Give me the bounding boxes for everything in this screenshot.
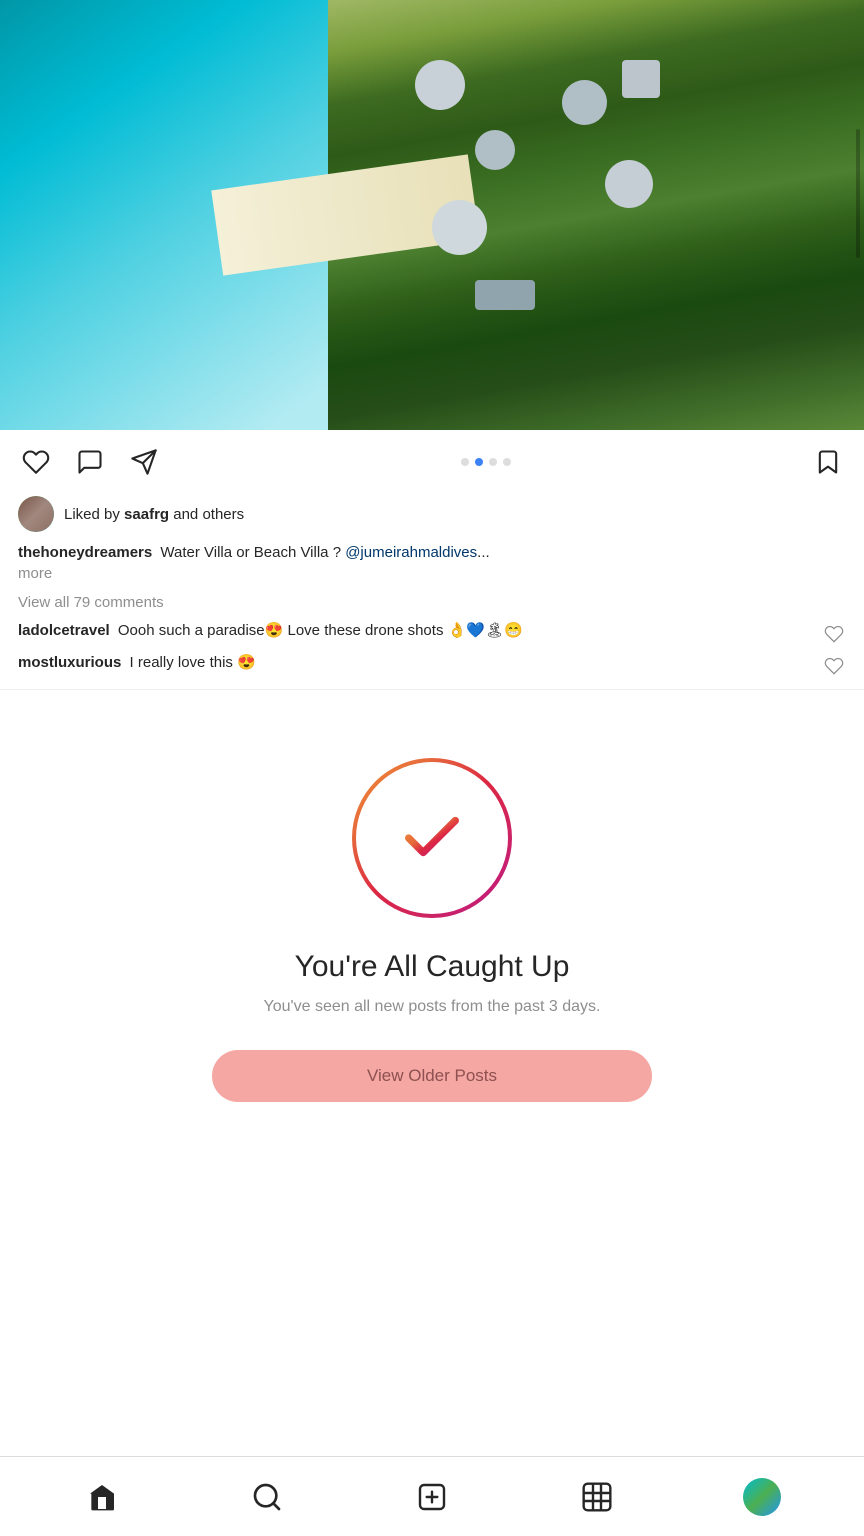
liker-username[interactable]: saafrg [124,506,169,523]
likes-text: Liked by saafrg and others [64,506,244,523]
commenter-username-2[interactable]: mostluxurious [18,654,121,671]
comment-button[interactable] [72,444,108,480]
post-caption: thehoneydreamers Water Villa or Beach Vi… [0,540,864,590]
dot-3 [489,458,497,466]
checkmark-circle [352,758,512,918]
carousel-dots [162,458,810,466]
liked-by-prefix: Liked by [64,506,124,523]
commenter-username-1[interactable]: ladolcetravel [18,622,110,639]
profile-avatar [743,1478,781,1516]
likes-section: Liked by saafrg and others [0,494,864,540]
comment-text: mostluxurious I really love this 😍 [18,652,822,673]
caption-text: Water Villa or Beach Villa ? [156,544,345,561]
create-icon [416,1481,448,1513]
view-all-comments[interactable]: View all 79 comments [0,590,864,617]
home-icon [86,1481,118,1513]
nav-home[interactable] [72,1467,132,1527]
nav-profile[interactable] [732,1467,792,1527]
search-icon [251,1481,283,1513]
liked-by-suffix: and others [169,506,244,523]
bottom-navigation [0,1456,864,1536]
left-action-icons [18,444,162,480]
caught-up-subtitle: You've seen all new posts from the past … [264,996,601,1018]
comment-content-2: I really love this 😍 [130,654,256,671]
comment-text: ladolcetravel Oooh such a paradise😍 Love… [18,620,822,641]
dot-1 [461,458,469,466]
post-author-username[interactable]: thehoneydreamers [18,544,152,561]
comment-content-1: Oooh such a paradise😍 Love these drone s… [118,622,523,639]
action-bar [0,430,864,494]
nav-create[interactable] [402,1467,462,1527]
caption-mention[interactable]: @jumeirahmal​dives [345,544,477,561]
comment-row: ladolcetravel Oooh such a paradise😍 Love… [0,617,864,649]
post-image [0,0,864,430]
caught-up-title: You're All Caught Up [295,950,570,984]
separator [0,689,864,690]
like-button[interactable] [18,444,54,480]
comment-row: mostluxurious I really love this 😍 [0,649,864,681]
bookmark-button[interactable] [810,444,846,480]
comment-like-button-1[interactable] [822,622,846,646]
dot-4 [503,458,511,466]
nav-search[interactable] [237,1467,297,1527]
liker-avatar [18,496,54,532]
checkmark-icon [397,803,467,873]
view-older-posts-button[interactable]: View Older Posts [212,1050,652,1102]
reels-icon [581,1481,613,1513]
share-button[interactable] [126,444,162,480]
caption-ellipsis: ... [477,544,490,561]
caught-up-section: You're All Caught Up You've seen all new… [0,698,864,1142]
dot-2 [475,458,483,466]
caption-more[interactable]: more [18,565,52,582]
nav-reels[interactable] [567,1467,627,1527]
comment-like-button-2[interactable] [822,654,846,678]
